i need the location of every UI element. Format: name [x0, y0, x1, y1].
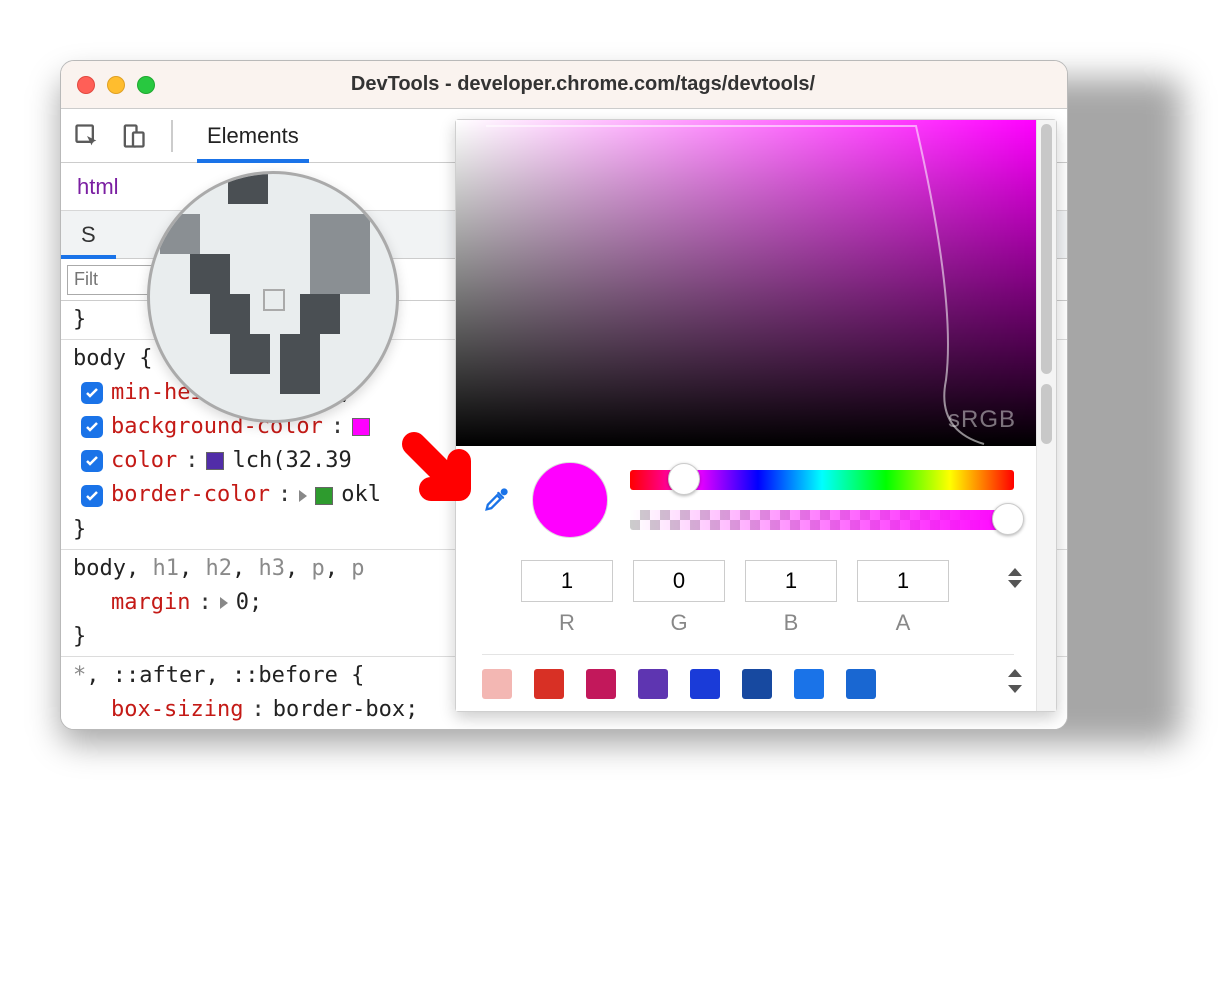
css-property[interactable]: color [111, 444, 177, 478]
css-value[interactable]: okl [341, 478, 381, 512]
window-controls [77, 76, 155, 94]
color-swatch-icon[interactable] [206, 452, 224, 470]
css-value[interactable]: 0; [236, 586, 263, 620]
rule-close-brace: } [73, 307, 86, 332]
channel-label: G [633, 610, 725, 636]
scrollbar[interactable] [1036, 120, 1056, 711]
color-palette [482, 654, 1014, 701]
close-window-button[interactable] [77, 76, 95, 94]
palette-swatch[interactable] [846, 669, 876, 699]
palette-swatch[interactable] [690, 669, 720, 699]
channel-label: A [857, 610, 949, 636]
rgba-inputs: R G B A [482, 560, 1014, 636]
device-toggle-icon[interactable] [119, 122, 147, 150]
palette-swatch[interactable] [794, 669, 824, 699]
titlebar: DevTools - developer.chrome.com/tags/dev… [61, 61, 1067, 109]
palette-swatch[interactable] [638, 669, 668, 699]
css-property[interactable]: margin [111, 586, 190, 620]
format-switcher[interactable] [1008, 568, 1022, 588]
css-property[interactable]: border-color [111, 478, 270, 512]
color-spectrum[interactable]: sRGB [456, 120, 1036, 446]
hue-slider[interactable] [630, 470, 1014, 490]
channel-b-input[interactable] [745, 560, 837, 602]
prop-toggle-checkbox[interactable] [81, 485, 103, 507]
gamut-label: sRGB [948, 406, 1016, 434]
color-swatch-icon[interactable] [315, 487, 333, 505]
palette-swatch[interactable] [482, 669, 512, 699]
expand-triangle-icon[interactable] [299, 490, 307, 502]
channel-a-input[interactable] [857, 560, 949, 602]
minimize-window-button[interactable] [107, 76, 125, 94]
css-value[interactable]: lch(32.39 [232, 444, 351, 478]
devtools-window: DevTools - developer.chrome.com/tags/dev… [60, 60, 1068, 730]
palette-swatch[interactable] [586, 669, 616, 699]
palette-switcher[interactable] [1008, 669, 1022, 693]
scrollbar-thumb[interactable] [1041, 384, 1052, 444]
inspect-element-icon[interactable] [73, 122, 101, 150]
color-swatch-icon[interactable] [352, 418, 370, 436]
alpha-slider[interactable] [630, 510, 1014, 530]
channel-g-input[interactable] [633, 560, 725, 602]
css-property[interactable]: box-sizing [111, 693, 243, 727]
scrollbar-thumb[interactable] [1041, 124, 1052, 374]
prop-toggle-checkbox[interactable] [81, 382, 103, 404]
channel-label: B [745, 610, 837, 636]
palette-swatch[interactable] [534, 669, 564, 699]
window-title: DevTools - developer.chrome.com/tags/dev… [175, 73, 1051, 96]
palette-swatch[interactable] [742, 669, 772, 699]
css-value[interactable]: border-box; [273, 693, 419, 727]
channel-r-input[interactable] [521, 560, 613, 602]
prop-toggle-checkbox[interactable] [81, 450, 103, 472]
callout-arrow-icon [399, 429, 499, 535]
color-picker: sRGB R G B A [455, 119, 1057, 712]
channel-label: R [521, 610, 613, 636]
eyedropper-magnifier[interactable] [147, 171, 399, 423]
tab-elements[interactable]: Elements [197, 109, 309, 162]
maximize-window-button[interactable] [137, 76, 155, 94]
prop-toggle-checkbox[interactable] [81, 416, 103, 438]
separator [171, 120, 173, 152]
expand-triangle-icon[interactable] [220, 597, 228, 609]
color-preview-circle [532, 462, 608, 538]
subtab-styles[interactable]: S [61, 211, 116, 258]
